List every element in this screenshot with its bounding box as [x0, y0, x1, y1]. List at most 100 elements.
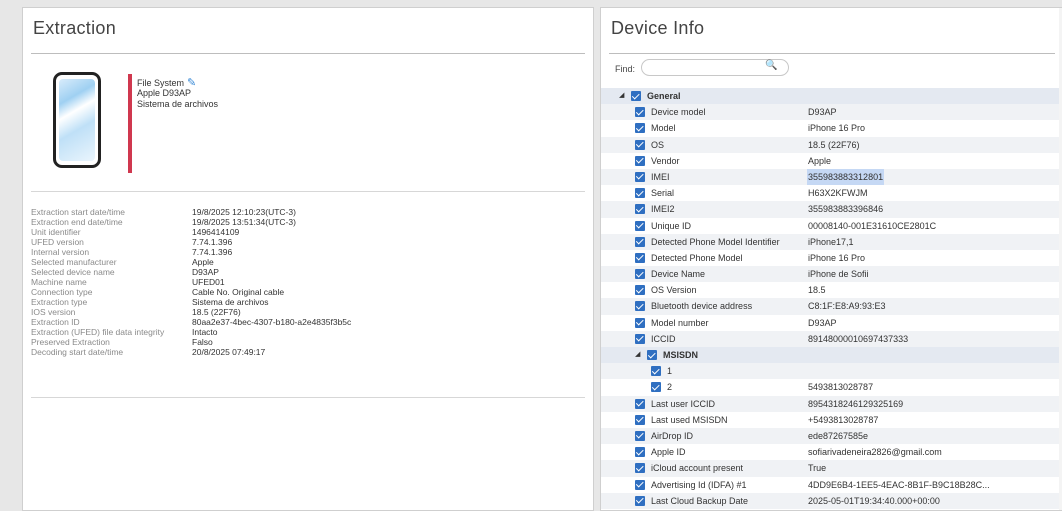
search-icon[interactable]: 🔍 [765, 60, 777, 71]
checkbox[interactable] [635, 220, 645, 231]
property-value: Cable No. Original cable [192, 287, 285, 297]
tree-row-value: iPhone de Sofii [808, 269, 869, 280]
tree-row[interactable]: OS 18.5 (22F76) [601, 136, 1062, 153]
tree-row-label: IMEI [651, 171, 670, 182]
checkbox[interactable] [635, 447, 645, 458]
tree-row-value: +5493813028787 [808, 414, 879, 425]
checkbox[interactable] [635, 301, 645, 312]
tree-row-value: 8954318246129325169 [808, 398, 904, 409]
tree-row[interactable]: 1 [601, 363, 1062, 380]
device-info-panel: Device Info Find: 🔍 ◢ General Device model… [600, 7, 1062, 511]
checkbox[interactable] [635, 123, 645, 134]
property-value: UFED01 [192, 277, 225, 287]
checkbox[interactable] [631, 91, 641, 101]
property-label: Connection type [31, 287, 93, 297]
property-label: Extraction end date/time [31, 217, 123, 227]
tree-row-label: MSISDN [663, 350, 699, 360]
find-label: Find: [615, 64, 636, 74]
title-divider [31, 53, 585, 54]
tree-row[interactable]: Device Name iPhone de Sofii [601, 266, 1062, 283]
tree-row-value: 355983883396846 [808, 204, 884, 215]
tree-row[interactable]: IMEI 355983883312801 [601, 168, 1062, 186]
property-label: IOS version [31, 307, 76, 317]
extraction-panel: Extraction File System ✎ Apple D93AP Sist… [22, 7, 594, 511]
tree-row-label: Last user ICCID [651, 398, 716, 409]
tree-row-label: iCloud account present [651, 463, 744, 474]
title-divider [609, 53, 1055, 54]
tree-row[interactable]: IMEI2 355983883396846 [601, 201, 1062, 218]
checkbox[interactable] [635, 204, 645, 215]
tree-row-value: 89148000010697437333 [808, 333, 909, 344]
checkbox[interactable] [635, 430, 645, 441]
tree-row-label: Last Cloud Backup Date [651, 495, 749, 506]
tree-row[interactable]: Detected Phone Model iPhone 16 Pro [601, 250, 1062, 266]
tree-row-value[interactable]: 355983883312801 [807, 168, 885, 185]
property-value: 80aa2e37-4bec-4307-b180-a2e4835f3b5c [192, 317, 352, 327]
checkbox[interactable] [635, 252, 645, 263]
checkbox[interactable] [651, 382, 661, 393]
checkbox[interactable] [635, 317, 645, 328]
tree-row-value: Apple [808, 155, 832, 166]
tree-row-value: iPhone 16 Pro [808, 123, 866, 134]
tree-row-value: ede87267585e [808, 430, 869, 441]
tree-group-msisdn[interactable]: ◢ MSISDN [601, 347, 1062, 364]
property-value: 7.74.1.396 [192, 237, 233, 247]
checkbox[interactable] [635, 285, 645, 296]
checkbox[interactable] [635, 495, 645, 506]
tree-row[interactable]: Serial H63X2KFWJM [601, 185, 1062, 201]
checkbox[interactable] [635, 107, 645, 118]
tree-row[interactable]: Vendor Apple [601, 153, 1062, 169]
checkbox[interactable] [635, 171, 645, 182]
property-value: Falso [192, 337, 213, 347]
tree-row-value: 4DD9E6B4-1EE5-4EAC-8B1F-B9C18B28C... [808, 479, 990, 490]
checkbox[interactable] [635, 414, 645, 425]
tree-group-general[interactable]: ◢ General [601, 88, 1062, 105]
expand-arrow-icon[interactable]: ◢ [635, 347, 640, 363]
expand-arrow-icon[interactable]: ◢ [619, 88, 624, 104]
tree-row[interactable]: AirDrop ID ede87267585e [601, 427, 1062, 445]
tree-row[interactable]: Model iPhone 16 Pro [601, 120, 1062, 136]
property-label: Selected manufacturer [31, 257, 117, 267]
checkbox[interactable] [651, 366, 661, 377]
checkbox[interactable] [635, 333, 645, 344]
tree-row[interactable]: Bluetooth device address C8:1F:E8:A9:93:E… [601, 298, 1062, 315]
property-label: Extraction start date/time [31, 207, 126, 217]
tree-row[interactable]: 2 5493813028787 [601, 379, 1062, 395]
tree-row-value: D93AP [808, 317, 837, 328]
window: Extraction File System ✎ Apple D93AP Sist… [0, 0, 1062, 511]
tree-row[interactable]: iCloud account present True [601, 460, 1062, 477]
checkbox[interactable] [635, 155, 645, 166]
tree-row[interactable]: Apple ID sofiarivadeneira2826@gmail.com [601, 444, 1062, 460]
tree-row[interactable]: Detected Phone Model Identifier iPhone17,… [601, 233, 1062, 250]
checkbox[interactable] [635, 236, 645, 247]
property-value: 1496414109 [192, 227, 240, 237]
tree-row-label: IMEI2 [651, 204, 675, 215]
tree-row-label: Detected Phone Model [651, 252, 743, 263]
checkbox[interactable] [635, 463, 645, 474]
checkbox[interactable] [635, 188, 645, 199]
tree-row[interactable]: OS Version 18.5 [601, 282, 1062, 298]
property-label: Internal version [31, 247, 90, 257]
tree-row[interactable]: Device model D93AP [601, 104, 1062, 121]
checkbox[interactable] [635, 269, 645, 280]
tree-row[interactable]: Advertising Id (IDFA) #1 4DD9E6B4-1EE5-4E… [601, 477, 1062, 493]
tree-row[interactable]: Last user ICCID 8954318246129325169 [601, 395, 1062, 412]
checkbox[interactable] [635, 139, 645, 150]
property-label: Preserved Extraction [31, 337, 110, 347]
property-label: Selected device name [31, 267, 115, 277]
checkbox[interactable] [635, 479, 645, 490]
tree-row[interactable]: Last used MSISDN +5493813028787 [601, 412, 1062, 428]
tree-row-label: Last used MSISDN [651, 414, 728, 425]
property-value: 20/8/2025 07:49:17 [192, 347, 266, 357]
tree-row[interactable]: Model number D93AP [601, 315, 1062, 331]
tree-row-value: 00008140-001E31610CE2801C [808, 220, 937, 231]
tree-row[interactable]: ICCID 89148000010697437333 [601, 330, 1062, 347]
tree-row[interactable]: Last Cloud Backup Date 2025-05-01T19:34:4… [601, 492, 1062, 509]
property-label: Extraction (UFED) file data integrity [31, 327, 165, 337]
tree-row-value: iPhone17,1 [808, 236, 854, 247]
tree-row[interactable]: Unique ID 00008140-001E31610CE2801C [601, 218, 1062, 234]
tree-row-label: Apple ID [651, 447, 686, 458]
checkbox[interactable] [635, 398, 645, 409]
device-info-title: Device Info [611, 18, 705, 38]
checkbox[interactable] [647, 350, 657, 360]
